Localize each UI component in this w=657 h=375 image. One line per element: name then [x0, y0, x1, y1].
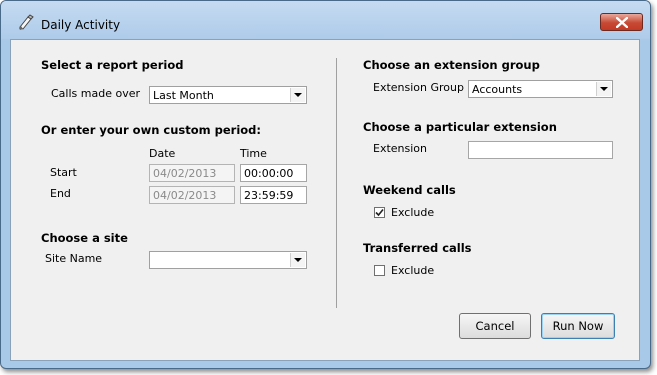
extension-field[interactable] — [468, 141, 613, 159]
close-icon — [616, 17, 628, 28]
site-name-select[interactable] — [149, 251, 307, 269]
time-column-label: Time — [240, 147, 267, 160]
end-time-field[interactable]: 23:59:59 — [240, 186, 307, 204]
date-column-label: Date — [149, 147, 176, 160]
dropdown-arrow-icon[interactable] — [290, 88, 305, 102]
dropdown-arrow-icon[interactable] — [596, 82, 611, 96]
title-bar[interactable]: Daily Activity — [1, 1, 650, 39]
extension-group-label: Extension Group — [373, 81, 464, 94]
site-heading: Choose a site — [41, 231, 128, 245]
extension-heading: Choose a particular extension — [363, 120, 557, 134]
report-period-heading: Select a report period — [41, 58, 184, 72]
extension-group-heading: Choose an extension group — [363, 58, 540, 72]
end-label: End — [50, 187, 71, 200]
weekend-exclude-label[interactable]: Exclude — [391, 206, 434, 219]
start-label: Start — [50, 166, 77, 179]
checkmark-icon — [375, 208, 384, 217]
cancel-button[interactable]: Cancel — [459, 313, 531, 339]
start-date-field: 04/02/2013 — [149, 164, 235, 182]
window-title: Daily Activity — [41, 18, 121, 32]
extension-group-value: Accounts — [472, 83, 523, 96]
custom-period-heading: Or enter your own custom period: — [41, 123, 261, 137]
extension-group-select[interactable]: Accounts — [468, 80, 613, 98]
daily-activity-window: Daily Activity Select a report period Ca… — [0, 0, 651, 369]
app-icon — [17, 13, 35, 31]
weekend-exclude-checkbox[interactable] — [374, 207, 385, 218]
dropdown-arrow-icon[interactable] — [290, 253, 305, 267]
column-divider — [336, 58, 337, 308]
start-time-field[interactable]: 00:00:00 — [240, 164, 307, 182]
transferred-exclude-label[interactable]: Exclude — [391, 264, 434, 277]
site-name-label: Site Name — [45, 252, 103, 265]
calls-made-over-value: Last Month — [153, 89, 214, 102]
dialog-body: Select a report period Calls made over L… — [10, 39, 640, 361]
calls-made-over-select[interactable]: Last Month — [149, 86, 307, 104]
close-button[interactable] — [600, 13, 643, 31]
run-now-button[interactable]: Run Now — [541, 313, 615, 339]
weekend-calls-heading: Weekend calls — [363, 183, 456, 197]
extension-label: Extension — [373, 142, 428, 155]
transferred-exclude-checkbox[interactable] — [374, 265, 385, 276]
calls-made-over-label: Calls made over — [51, 87, 140, 100]
end-date-field: 04/02/2013 — [149, 186, 235, 204]
transferred-calls-heading: Transferred calls — [363, 241, 472, 255]
